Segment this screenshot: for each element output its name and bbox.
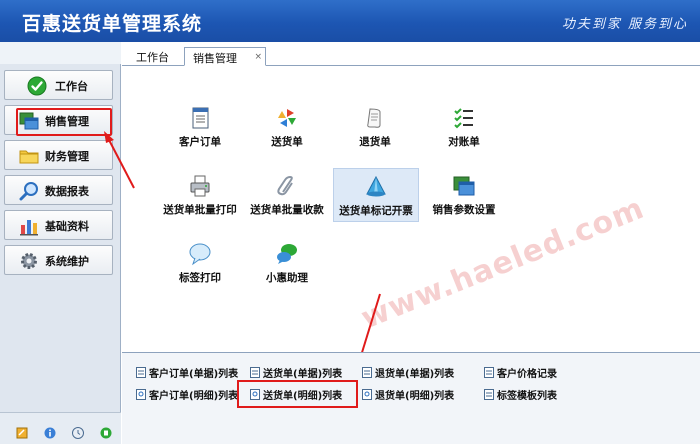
list-doc-icon (362, 367, 372, 378)
tab-label: 销售管理 (193, 52, 237, 65)
exit-icon[interactable] (100, 427, 112, 439)
info-icon[interactable] (44, 427, 56, 439)
tab-workbench[interactable]: 工作台 (128, 47, 177, 66)
link-delivery-list[interactable]: 送货单(单据)列表 (250, 365, 342, 380)
search-doc-icon (362, 389, 372, 400)
tile-return-note[interactable]: 退货单 (325, 106, 425, 150)
app-header: 百惠送货单管理系统 功夫到家 服务到心 (0, 0, 700, 42)
tile-batch-collect[interactable]: 送货单批量收款 (237, 174, 337, 218)
sidebar-item-label: 数据报表 (45, 185, 89, 198)
link-return-list[interactable]: 退货单(单据)列表 (362, 365, 454, 380)
list-doc-icon (484, 367, 494, 378)
tile-label: 送货单批量收款 (250, 204, 324, 216)
gear-icon (19, 251, 39, 271)
tile-batch-print[interactable]: 送货单批量打印 (150, 174, 250, 218)
link-customer-order-detail-list[interactable]: 客户订单(明细)列表 (136, 387, 238, 402)
tile-label: 送货单批量打印 (163, 204, 237, 216)
tile-label-print[interactable]: 标签打印 (150, 242, 250, 286)
paperclip-icon (275, 174, 299, 198)
tile-assistant[interactable]: 小惠助理 (237, 242, 337, 286)
tile-label: 退货单 (359, 136, 391, 148)
tile-customer-order[interactable]: 客户订单 (150, 106, 250, 150)
list-doc-icon (250, 367, 260, 378)
tile-sales-settings[interactable]: 销售参数设置 (414, 174, 514, 218)
app-slogan: 功夫到家 服务到心 (561, 17, 688, 32)
sales-module-panel: 客户订单 送货单 退货单 对账单 送货单批量打印 送货单批量收款 送货单标记开票… (122, 66, 700, 351)
tile-label: 标签打印 (179, 272, 221, 284)
tile-delivery-note[interactable]: 送货单 (237, 106, 337, 150)
paper-scroll-icon (363, 106, 387, 130)
sidebar-item-basic-data[interactable]: 基础资料 (4, 210, 113, 240)
list-doc-icon (484, 389, 494, 400)
document-icon (188, 106, 212, 130)
sidebar-item-label: 基础资料 (45, 220, 89, 233)
tile-label: 小惠助理 (266, 272, 308, 284)
link-label-template-list[interactable]: 标签模板列表 (484, 387, 557, 402)
sidebar-header (0, 42, 121, 64)
tile-mark-invoice[interactable]: 送货单标记开票 (333, 168, 419, 222)
tab-bar: 工作台 销售管理 × (122, 42, 700, 66)
speech-bubble-icon (188, 242, 212, 266)
tab-close-icon[interactable]: × (254, 52, 262, 62)
sidebar-item-label: 财务管理 (45, 150, 89, 163)
sidebar-item-label: 工作台 (55, 80, 88, 93)
windows-icon (452, 174, 476, 198)
list-doc-icon (136, 367, 146, 378)
tile-label: 客户订单 (179, 136, 221, 148)
sidebar-item-reports[interactable]: 数据报表 (4, 175, 113, 205)
folder-icon (19, 146, 39, 166)
link-highlight-box (237, 380, 358, 408)
magnifier-icon (19, 181, 39, 201)
sidebar-item-finance[interactable]: 财务管理 (4, 140, 113, 170)
link-return-detail-list[interactable]: 退货单(明细)列表 (362, 387, 454, 402)
tab-label: 工作台 (136, 51, 169, 64)
tab-sales[interactable]: 销售管理 × (184, 47, 266, 66)
printer-icon (188, 174, 212, 198)
sidebar-highlight-box (16, 108, 112, 136)
refresh-arrows-icon (275, 106, 299, 130)
link-customer-order-list[interactable]: 客户订单(单据)列表 (136, 365, 238, 380)
checklist-icon (452, 106, 476, 130)
tile-label: 送货单标记开票 (339, 205, 413, 217)
quick-links-panel: 客户订单(单据)列表 送货单(单据)列表 退货单(单据)列表 客户价格记录 客户… (122, 352, 700, 444)
tile-statement[interactable]: 对账单 (414, 106, 514, 150)
cone-icon (364, 175, 388, 199)
search-doc-icon (136, 389, 146, 400)
building-icon (19, 216, 39, 236)
sidebar-item-workbench[interactable]: 工作台 (4, 70, 113, 100)
chat-people-icon (275, 242, 299, 266)
sidebar-item-label: 系统维护 (45, 255, 89, 268)
tile-label: 对账单 (448, 136, 480, 148)
clock-icon[interactable] (72, 427, 84, 439)
annotation-arrow-sidebar (104, 131, 135, 189)
tile-label: 送货单 (271, 136, 303, 148)
check-icon (27, 76, 47, 96)
sidebar-footer (0, 412, 121, 444)
sidebar: 工作台 销售管理 财务管理 数据报表 基础资料 系统维护 (0, 42, 121, 444)
app-title: 百惠送货单管理系统 (22, 13, 203, 35)
tile-label: 销售参数设置 (432, 204, 496, 216)
link-customer-price-records[interactable]: 客户价格记录 (484, 365, 557, 380)
sidebar-item-system[interactable]: 系统维护 (4, 245, 113, 275)
edit-icon[interactable] (16, 427, 28, 439)
